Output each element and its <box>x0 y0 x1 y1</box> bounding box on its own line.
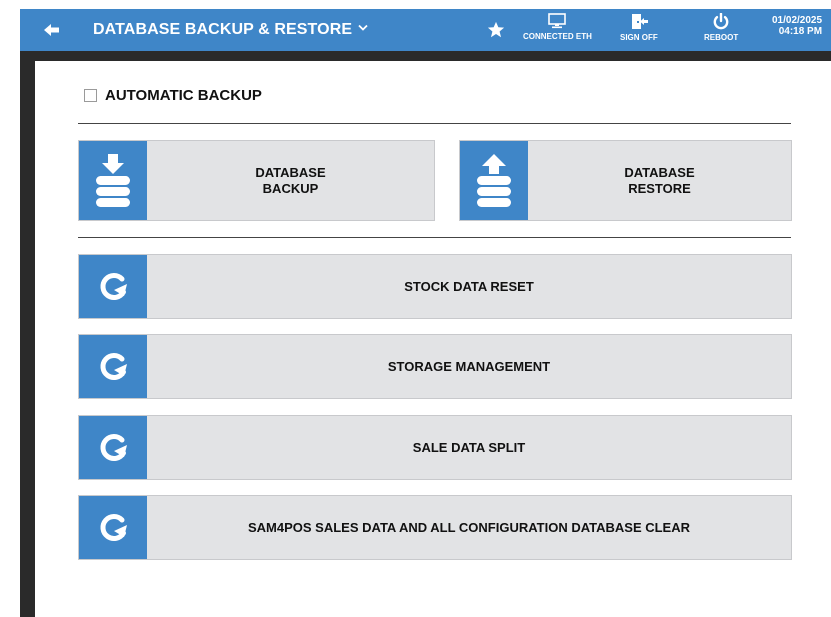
chevron-down-icon <box>358 21 368 35</box>
database-upload-icon <box>477 153 511 207</box>
page-title: DATABASE BACKUP & RESTORE <box>93 21 353 38</box>
power-icon <box>713 13 729 30</box>
back-arrow-icon <box>44 24 59 36</box>
database-backup-label: DATABASE BACKUP <box>255 164 326 196</box>
connection-label: CONNECTED ETH <box>523 32 592 41</box>
database-clear-label: SAM4POS SALES DATA AND ALL CONFIGURATION… <box>248 519 690 535</box>
database-backup-icon-box <box>79 141 147 220</box>
automatic-backup-option[interactable]: AUTOMATIC BACKUP <box>84 87 262 104</box>
sale-data-split-button[interactable]: SALE DATA SPLIT <box>78 415 792 480</box>
refresh-icon <box>100 513 127 541</box>
database-restore-icon-box <box>460 141 528 220</box>
favorite-button[interactable] <box>487 21 505 39</box>
top-bar: DATABASE BACKUP & RESTORE CONNECTED ETH … <box>20 9 831 51</box>
database-clear-button[interactable]: SAM4POS SALES DATA AND ALL CONFIGURATION… <box>78 495 792 560</box>
date-time: 01/02/2025 04:18 PM <box>772 15 822 37</box>
star-icon <box>487 21 505 38</box>
sign-off-label: SIGN OFF <box>620 33 658 42</box>
date-text: 01/02/2025 <box>772 15 823 26</box>
main-content: AUTOMATIC BACKUP DATABASE BACKUP DATABAS… <box>35 61 831 617</box>
sign-off-button[interactable]: SIGN OFF <box>620 13 658 42</box>
storage-management-label: STORAGE MANAGEMENT <box>387 358 551 374</box>
divider-middle <box>78 237 791 238</box>
storage-management-button[interactable]: STORAGE MANAGEMENT <box>78 334 792 399</box>
time-text: 04:18 PM <box>778 26 823 37</box>
refresh-icon <box>100 272 127 300</box>
automatic-backup-label: AUTOMATIC BACKUP <box>105 87 262 104</box>
sale-data-split-label: SALE DATA SPLIT <box>412 439 526 455</box>
connection-status[interactable]: CONNECTED ETH <box>523 13 592 41</box>
database-restore-label: DATABASE RESTORE <box>624 164 695 196</box>
reboot-button[interactable]: REBOOT <box>704 13 738 42</box>
database-download-icon <box>96 153 130 207</box>
back-button[interactable] <box>42 20 62 40</box>
storage-management-icon-box <box>79 335 147 398</box>
stock-data-reset-icon-box <box>79 255 147 318</box>
stock-data-reset-label: STOCK DATA RESET <box>404 278 534 294</box>
sale-data-split-icon-box <box>79 416 147 479</box>
divider-top <box>78 123 791 124</box>
refresh-icon <box>100 433 127 461</box>
database-clear-icon-box <box>79 496 147 559</box>
database-restore-button[interactable]: DATABASE RESTORE <box>459 140 792 221</box>
database-backup-button[interactable]: DATABASE BACKUP <box>78 140 435 221</box>
monitor-icon <box>548 13 567 29</box>
reboot-label: REBOOT <box>704 33 739 42</box>
exit-door-icon <box>631 14 648 29</box>
page-title-dropdown[interactable]: DATABASE BACKUP & RESTORE <box>93 21 368 39</box>
refresh-icon <box>100 352 127 380</box>
stock-data-reset-button[interactable]: STOCK DATA RESET <box>78 254 792 319</box>
automatic-backup-checkbox[interactable] <box>84 89 97 102</box>
